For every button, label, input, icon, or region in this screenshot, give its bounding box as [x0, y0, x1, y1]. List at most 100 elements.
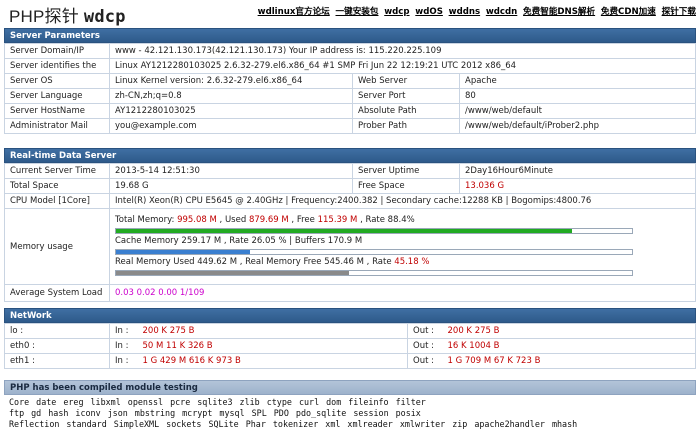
module-line-1: Core date ereg libxml openssl pcre sqlite3 zlib… — [9, 397, 691, 408]
php-modules-section: PHP has been compiled module testing Cor… — [4, 380, 696, 432]
php-module-item: zlib — [239, 397, 260, 407]
nav-link-prober-download[interactable]: 探针下载 — [662, 7, 696, 17]
php-module-item: filter — [395, 397, 426, 407]
php-module-item: mhash — [551, 419, 578, 429]
top-nav: wdlinux官方论坛 一键安装包 wdcp wdOS wddns wdcdn … — [255, 5, 696, 17]
iface-name: lo : — [4, 323, 110, 339]
php-module-item: apache2handler — [474, 419, 545, 429]
memory-usage-cell: Total Memory: 995.08 M , Used 879.69 M ,… — [109, 208, 696, 285]
table-row: Server HostName AY1212280103025 Absolute… — [4, 103, 696, 119]
nav-link-forum[interactable]: wdlinux官方论坛 — [258, 7, 330, 17]
value-web-server: Apache — [459, 73, 696, 89]
label-load: Average System Load — [4, 284, 110, 302]
php-module-item: iconv — [75, 408, 101, 418]
table-row: CPU Model [1Core] Intel(R) Xeon(R) CPU E… — [4, 193, 696, 209]
in-label: In : — [109, 353, 138, 369]
out-value: 16 K 1004 B — [442, 338, 696, 354]
real-memory-progress-fill — [116, 271, 350, 275]
total-memory-line: Total Memory: 995.08 M , Used 879.69 M ,… — [115, 215, 690, 226]
label-prober-path: Prober Path — [352, 118, 460, 134]
nav-link-wdcp[interactable]: wdcp — [384, 7, 409, 17]
value-os: Linux Kernel version: 2.6.32-279.el6.x86… — [109, 73, 353, 89]
php-module-item: ereg — [63, 397, 84, 407]
section-title: NetWork — [4, 308, 696, 323]
value-current-time: 2013-5-14 12:51:30 — [109, 163, 353, 179]
table-row: Server identifies the Linux AY1212280103… — [4, 58, 696, 74]
php-module-item: xmlwriter — [399, 419, 446, 429]
label-cpu: CPU Model [1Core] — [4, 193, 110, 209]
table-row: Server OS Linux Kernel version: 2.6.32-2… — [4, 73, 696, 89]
value-port: 80 — [459, 88, 696, 104]
section-title: Server Parameters — [4, 28, 696, 43]
php-module-item: SPL — [251, 408, 267, 418]
table-row: Administrator Mail you@example.com Probe… — [4, 118, 696, 134]
php-module-item: zip — [452, 419, 468, 429]
table-row: Server Domain/IP www - 42.121.130.173(42… — [4, 43, 696, 59]
nav-link-wdos[interactable]: wdOS — [415, 7, 443, 17]
label-current-time: Current Server Time — [4, 163, 110, 179]
label-language: Server Language — [4, 88, 110, 104]
mem-free-value: 115.39 M — [317, 215, 358, 225]
label-hostname: Server HostName — [4, 103, 110, 119]
value-uptime: 2Day16Hour6Minute — [459, 163, 696, 179]
table-row: Total Space 19.68 G Free Space 13.036 G — [4, 178, 696, 194]
section-title: Real-time Data Server — [4, 148, 696, 163]
value-identifies: Linux AY1212280103025 2.6.32-279.el6.x86… — [109, 58, 696, 74]
php-module-item: xml — [325, 419, 341, 429]
php-module-item: standard — [66, 419, 107, 429]
php-module-item: tokenizer — [272, 419, 319, 429]
label-port: Server Port — [352, 88, 460, 104]
page-header: PHP探针 wdcp wdlinux官方论坛 一键安装包 wdcp wdOS w… — [0, 0, 700, 27]
value-prober-path: /www/web/default/iProber2.php — [459, 118, 696, 134]
realtime-data-section: Real-time Data Server Current Server Tim… — [4, 148, 696, 302]
php-module-item: pcre — [170, 397, 191, 407]
table-row: Memory usage Total Memory: 995.08 M , Us… — [4, 208, 696, 285]
in-label: In : — [109, 338, 138, 354]
php-module-item: mysql — [219, 408, 245, 418]
nav-link-wddns[interactable]: wddns — [449, 7, 480, 17]
php-module-item: PDO — [273, 408, 289, 418]
mem-used-value: 879.69 M — [248, 215, 289, 225]
label-identifies: Server identifies the — [4, 58, 110, 74]
network-section: NetWork lo : In : 200 K 275 B Out : 200 … — [4, 308, 696, 369]
cache-progress-fill — [116, 250, 251, 254]
php-module-item: sqlite3 — [197, 397, 233, 407]
network-table: lo : In : 200 K 275 B Out : 200 K 275 B … — [4, 323, 696, 369]
mem-total-value: 995.08 M — [177, 215, 217, 225]
php-module-item: dom — [326, 397, 342, 407]
php-module-item: posix — [395, 408, 421, 418]
real-memory-progress-bar — [115, 270, 633, 276]
memory-progress-fill — [116, 229, 573, 233]
mem-total-prefix: Total Memory: — [115, 215, 178, 225]
php-module-item: Reflection — [9, 419, 60, 429]
php-module-item: gd — [31, 408, 42, 418]
nav-link-wdcdn[interactable]: wdcdn — [486, 7, 517, 17]
out-label: Out : — [407, 338, 443, 354]
label-free-space: Free Space — [352, 178, 460, 194]
php-module-list: Core date ereg libxml openssl pcre sqlite3 zlib… — [4, 395, 696, 432]
table-row: Server Language zh-CN,zh;q=0.8 Server Po… — [4, 88, 696, 104]
mem-rate: , Rate 88.4% — [357, 215, 415, 225]
cache-progress-bar — [115, 249, 633, 255]
php-module-item: SimpleXML — [113, 419, 160, 429]
value-load: 0.03 0.02 0.00 1/109 — [109, 284, 696, 302]
module-line-3: Reflection standard SimpleXML sockets SQLite… — [9, 419, 691, 430]
nav-link-free-dns[interactable]: 免费智能DNS解析 — [523, 7, 595, 17]
php-module-item: session — [353, 408, 389, 418]
nav-link-free-cdn[interactable]: 免费CDN加速 — [601, 7, 656, 17]
php-module-item: xmlreader — [347, 419, 393, 429]
out-value: 200 K 275 B — [442, 323, 696, 339]
table-row: eth1 : In : 1 G 429 M 616 K 973 B Out : … — [4, 353, 696, 369]
server-parameters-table: Server Domain/IP www - 42.121.130.173(42… — [4, 43, 696, 134]
php-module-item: openssl — [127, 397, 164, 407]
in-value: 50 M 11 K 326 B — [137, 338, 408, 354]
table-row: eth0 : In : 50 M 11 K 326 B Out : 16 K 1… — [4, 338, 696, 354]
out-label: Out : — [407, 323, 443, 339]
real-memory-rate: 45.18 % — [394, 257, 430, 267]
nav-link-installer[interactable]: 一键安装包 — [336, 7, 379, 17]
real-memory-line: Real Memory Used 449.62 M , Real Memory … — [115, 257, 690, 268]
server-parameters-section: Server Parameters Server Domain/IP www -… — [4, 28, 696, 134]
label-abs-path: Absolute Path — [352, 103, 460, 119]
label-uptime: Server Uptime — [352, 163, 460, 179]
php-module-item: ftp — [9, 408, 25, 418]
